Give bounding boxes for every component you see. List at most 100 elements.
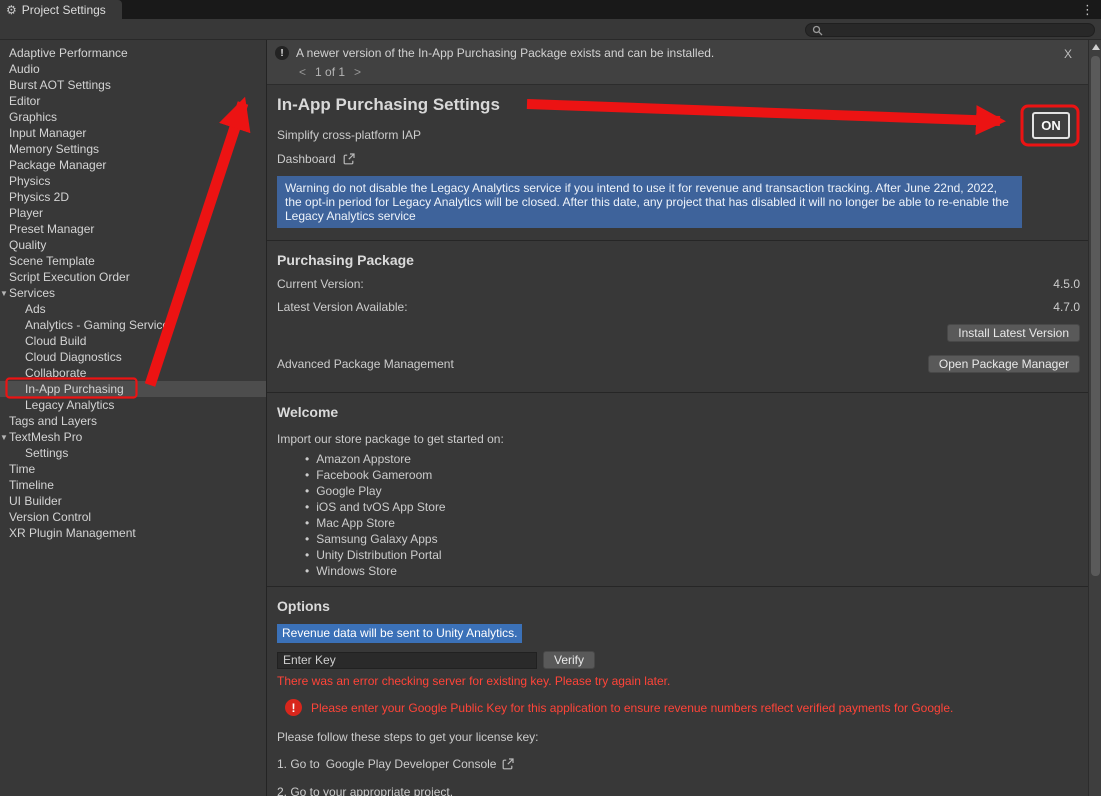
sidebar-item-label: Timeline (9, 478, 54, 492)
sidebar-item-label: Collaborate (25, 366, 86, 380)
store-list-item: Mac App Store (277, 515, 1080, 531)
sidebar-item[interactable]: Cloud Diagnostics (0, 349, 266, 365)
foldout-icon[interactable] (0, 289, 9, 298)
simplify-iap-label: Simplify cross-platform IAP (277, 128, 1080, 142)
search-field[interactable] (805, 23, 1095, 37)
store-name: iOS and tvOS App Store (316, 500, 445, 514)
google-key-error-text: Please enter your Google Public Key for … (311, 701, 953, 715)
sidebar-item[interactable]: UI Builder (0, 493, 266, 509)
window-titlebar: ⚙ Project Settings ⋮ (0, 0, 1101, 19)
sidebar-item[interactable]: Burst AOT Settings (0, 77, 266, 93)
bullet-icon (305, 516, 309, 530)
sidebar-item-label: Services (9, 286, 55, 300)
settings-toolbar (0, 19, 1101, 40)
latest-version-value: 4.7.0 (1053, 300, 1080, 314)
main-panel: ! A newer version of the In-App Purchasi… (267, 40, 1101, 796)
sidebar-item[interactable]: Player (0, 205, 266, 221)
sidebar-item[interactable]: Quality (0, 237, 266, 253)
kebab-menu-icon[interactable]: ⋮ (1081, 2, 1094, 17)
store-name: Facebook Gameroom (316, 468, 432, 482)
pagination-label: 1 of 1 (315, 65, 345, 79)
settings-sidebar: Adaptive Performance Audio Burst AOT Set… (0, 40, 267, 796)
bullet-icon (305, 564, 309, 578)
install-latest-version-button[interactable]: Install Latest Version (947, 324, 1080, 342)
sidebar-item-label: Version Control (9, 510, 91, 524)
sidebar-item-label: Legacy Analytics (25, 398, 114, 412)
tab-label: Project Settings (22, 3, 106, 17)
sidebar-item[interactable]: In-App Purchasing (0, 381, 266, 397)
purchasing-package-heading: Purchasing Package (277, 252, 1080, 268)
current-version-label: Current Version: (277, 277, 364, 291)
bullet-icon (305, 452, 309, 466)
sidebar-item[interactable]: Legacy Analytics (0, 397, 266, 413)
sidebar-item[interactable]: Preset Manager (0, 221, 266, 237)
sidebar-item[interactable]: Version Control (0, 509, 266, 525)
sidebar-item[interactable]: Memory Settings (0, 141, 266, 157)
sidebar-item-label: Analytics - Gaming Services (25, 318, 175, 332)
section-divider (267, 586, 1088, 587)
store-name: Google Play (316, 484, 381, 498)
dashboard-label: Dashboard (277, 152, 336, 166)
sidebar-item-label: Graphics (9, 110, 57, 124)
foldout-icon[interactable] (0, 433, 9, 442)
sidebar-item[interactable]: Audio (0, 61, 266, 77)
package-update-notification: ! A newer version of the In-App Purchasi… (267, 40, 1088, 85)
store-list-item: Facebook Gameroom (277, 467, 1080, 483)
sidebar-item[interactable]: Ads (0, 301, 266, 317)
store-name: Unity Distribution Portal (316, 548, 441, 562)
store-list-item: Amazon Appstore (277, 451, 1080, 467)
google-public-key-input[interactable] (277, 652, 537, 669)
sidebar-item[interactable]: Analytics - Gaming Services (0, 317, 266, 333)
legacy-analytics-warning: Warning do not disable the Legacy Analyt… (277, 176, 1022, 228)
welcome-heading: Welcome (277, 404, 1080, 420)
sidebar-item[interactable]: Services (0, 285, 266, 301)
sidebar-item[interactable]: Package Manager (0, 157, 266, 173)
iap-settings-content: In-App Purchasing Settings Simplify cros… (267, 95, 1088, 796)
scroll-up-arrow-icon[interactable] (1092, 44, 1100, 50)
sidebar-item-label: Time (9, 462, 35, 476)
sidebar-item[interactable]: Scene Template (0, 253, 266, 269)
close-icon[interactable]: X (1064, 47, 1072, 61)
latest-version-label: Latest Version Available: (277, 300, 408, 314)
sidebar-item-label: TextMesh Pro (9, 430, 82, 444)
search-input[interactable] (827, 24, 1088, 36)
notification-message: A newer version of the In-App Purchasing… (296, 46, 714, 60)
open-package-manager-button[interactable]: Open Package Manager (928, 355, 1080, 373)
sidebar-item-label: Audio (9, 62, 40, 76)
sidebar-item[interactable]: Cloud Build (0, 333, 266, 349)
page-title: In-App Purchasing Settings (277, 95, 1080, 115)
sidebar-item[interactable]: Script Execution Order (0, 269, 266, 285)
sidebar-item[interactable]: Adaptive Performance (0, 45, 266, 61)
sidebar-item[interactable]: Physics (0, 173, 266, 189)
sidebar-item[interactable]: Collaborate (0, 365, 266, 381)
sidebar-item[interactable]: XR Plugin Management (0, 525, 266, 541)
sidebar-item[interactable]: Timeline (0, 477, 266, 493)
sidebar-item-label: Cloud Diagnostics (25, 350, 122, 364)
google-play-console-link[interactable]: Google Play Developer Console (326, 757, 497, 771)
scrollbar-thumb[interactable] (1091, 56, 1100, 576)
sidebar-item[interactable]: Physics 2D (0, 189, 266, 205)
tab-project-settings[interactable]: ⚙ Project Settings (0, 0, 122, 19)
step-1-prefix: 1. Go to (277, 757, 320, 771)
sidebar-item[interactable]: Settings (0, 445, 266, 461)
store-list-item: iOS and tvOS App Store (277, 499, 1080, 515)
advanced-package-management-label: Advanced Package Management (277, 357, 454, 371)
next-page-arrow[interactable]: > (354, 65, 361, 79)
iap-on-toggle[interactable]: ON (1032, 112, 1070, 139)
bullet-icon (305, 548, 309, 562)
sidebar-item-label: Burst AOT Settings (9, 78, 111, 92)
sidebar-item[interactable]: Editor (0, 93, 266, 109)
verify-button[interactable]: Verify (543, 651, 595, 669)
store-list-item: Samsung Galaxy Apps (277, 531, 1080, 547)
sidebar-item[interactable]: Graphics (0, 109, 266, 125)
dashboard-link[interactable]: Dashboard (277, 152, 1080, 166)
sidebar-item[interactable]: Time (0, 461, 266, 477)
bullet-icon (305, 468, 309, 482)
sidebar-item[interactable]: Tags and Layers (0, 413, 266, 429)
vertical-scrollbar[interactable] (1088, 40, 1101, 796)
prev-page-arrow[interactable]: < (299, 65, 306, 79)
section-divider (267, 240, 1088, 241)
sidebar-item[interactable]: Input Manager (0, 125, 266, 141)
store-list-item: Unity Distribution Portal (277, 547, 1080, 563)
sidebar-item[interactable]: TextMesh Pro (0, 429, 266, 445)
